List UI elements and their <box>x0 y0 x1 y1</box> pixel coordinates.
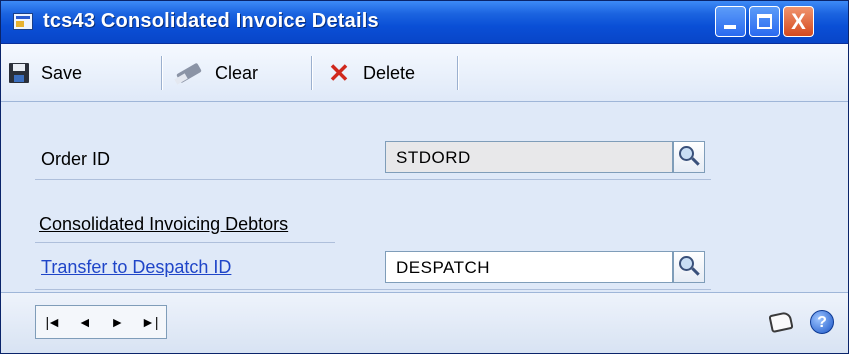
save-button[interactable]: Save <box>9 58 82 88</box>
clear-eraser-icon <box>173 62 203 84</box>
section-heading: Consolidated Invoicing Debtors <box>39 214 289 234</box>
clear-label: Clear <box>215 62 259 83</box>
delete-label: Delete <box>363 62 416 83</box>
order-id-lookup-button[interactable] <box>673 141 705 173</box>
maximize-button[interactable] <box>749 6 780 37</box>
order-id-label: Order ID <box>41 149 111 169</box>
next-record-button[interactable]: ► <box>101 314 134 330</box>
window-title: tcs43 Consolidated Invoice Details <box>43 10 379 32</box>
form-body: Order ID STDORD Consolidated Invoicing D… <box>1 103 848 292</box>
toolbar-separator <box>311 56 312 90</box>
first-record-button[interactable]: |◄ <box>36 314 69 330</box>
close-button[interactable]: X <box>783 6 814 37</box>
minimize-icon <box>724 25 736 29</box>
despatch-id-lookup-button[interactable] <box>673 251 705 283</box>
divider <box>35 179 711 180</box>
toolbar-separator <box>457 56 458 90</box>
transfer-to-despatch-link[interactable]: Transfer to Despatch ID <box>41 257 231 278</box>
save-icon <box>9 63 29 83</box>
previous-record-button[interactable]: ◄ <box>69 314 102 330</box>
toolbar: Save Clear ✕ Delete <box>1 44 848 102</box>
close-icon: X <box>791 9 806 34</box>
footer-bar: |◄ ◄ ► ►| ? <box>1 292 848 353</box>
maximize-icon <box>757 14 772 29</box>
title-bar[interactable]: tcs43 Consolidated Invoice Details X <box>1 1 848 44</box>
record-navigator: |◄ ◄ ► ►| <box>35 305 167 339</box>
delete-button[interactable]: ✕ Delete <box>327 58 415 88</box>
last-record-button[interactable]: ►| <box>134 314 167 330</box>
save-label: Save <box>41 62 83 83</box>
despatch-id-field[interactable]: DESPATCH <box>385 251 673 283</box>
clear-button[interactable]: Clear <box>173 58 258 88</box>
help-icon[interactable]: ? <box>810 310 834 334</box>
invoice-details-window: tcs43 Consolidated Invoice Details X Sav… <box>0 0 849 354</box>
minimize-button[interactable] <box>715 6 746 37</box>
note-icon[interactable] <box>768 310 794 334</box>
delete-x-icon: ✕ <box>328 58 350 88</box>
lookup-icon <box>679 256 694 271</box>
lookup-icon <box>679 146 694 161</box>
order-id-field[interactable]: STDORD <box>385 141 673 173</box>
divider <box>35 242 335 243</box>
divider <box>35 289 711 290</box>
toolbar-separator <box>161 56 162 90</box>
app-icon <box>13 13 33 30</box>
